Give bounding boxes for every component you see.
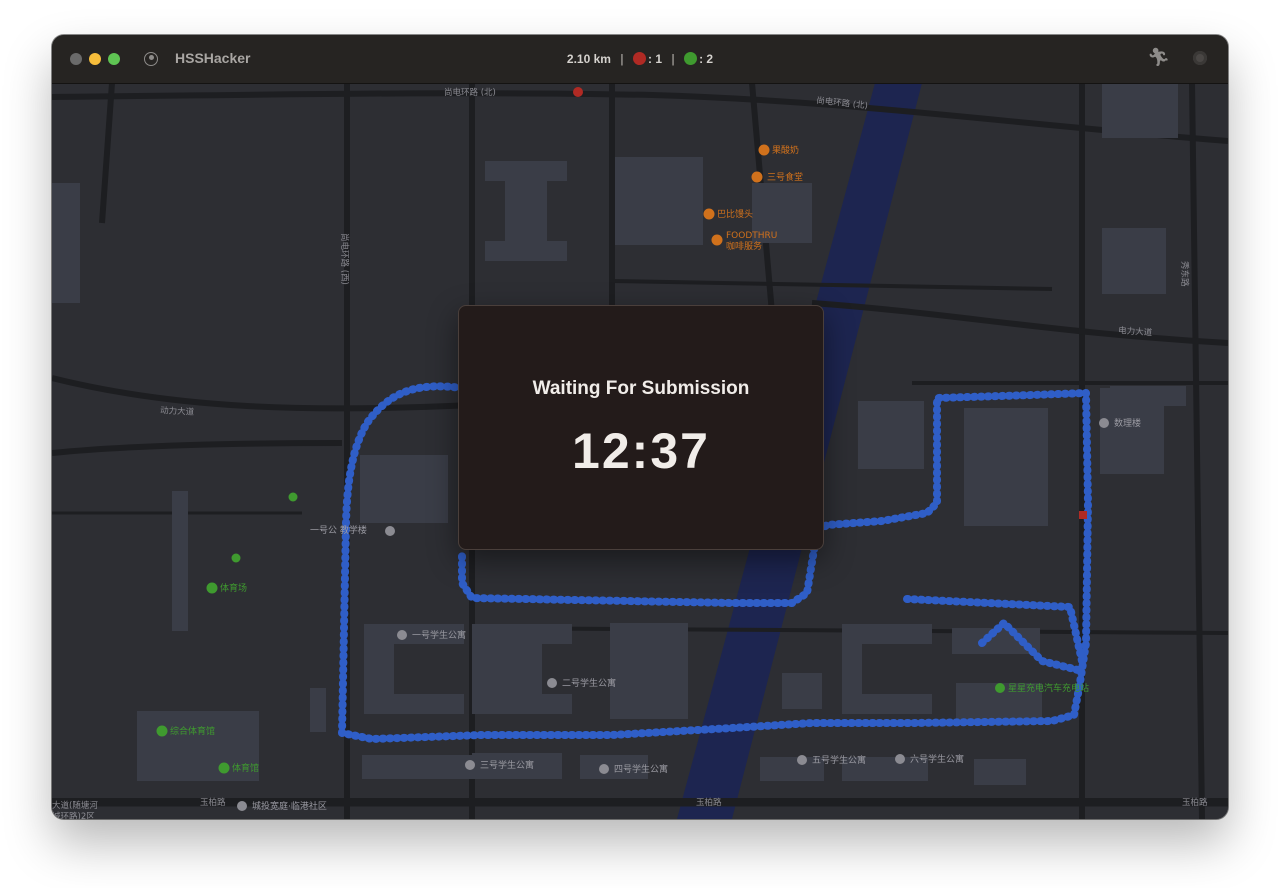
park-icon	[156, 725, 168, 737]
poi-label: 二号学生公寓	[562, 677, 616, 689]
road-label: 尚电环路 (北)	[816, 95, 869, 111]
road-label: 城环路)2区	[52, 811, 95, 819]
restaurant-icon	[703, 208, 715, 220]
road-label: 尚电环路 (北)	[444, 87, 496, 98]
submission-dialog: Waiting For Submission 12:37	[458, 305, 824, 550]
poi-icon	[599, 764, 609, 774]
green-checkpoint-marker[interactable]	[288, 492, 298, 502]
poi-label: 综合体育馆	[170, 725, 215, 737]
poi-icon	[547, 678, 557, 688]
running-figure-icon[interactable]: 🏃︎	[1147, 47, 1170, 68]
run-status: 2.10 km | : 1 | : 2	[52, 52, 1228, 66]
countdown-timer: 12:37	[572, 423, 710, 479]
poi-label: 一号学生公寓	[412, 629, 466, 641]
road-label: 动力大道	[160, 405, 195, 418]
road-label: 秀东路	[1179, 261, 1190, 287]
poi-label: 四号学生公寓	[614, 763, 668, 775]
green-checkpoint-marker[interactable]	[231, 553, 241, 563]
poi-label: 体育场	[220, 582, 247, 594]
poi-label: 三号学生公寓	[480, 759, 534, 771]
green-count: : 2	[699, 52, 714, 66]
restaurant-icon	[751, 171, 763, 183]
road-label: 玉柏路	[1182, 797, 1208, 808]
park-icon	[218, 762, 230, 774]
red-checkpoint-marker[interactable]	[1079, 511, 1087, 519]
poi-label: 一号公 教学楼	[310, 524, 367, 536]
poi-label: 数理楼	[1114, 417, 1141, 429]
red-checkpoint-icon	[633, 52, 646, 65]
dialog-title: Waiting For Submission	[532, 378, 750, 399]
poi-icon	[385, 526, 395, 536]
poi-label: 城投宽庭·临港社区	[252, 800, 327, 812]
park-icon	[206, 582, 218, 594]
charging-icon	[995, 683, 1005, 693]
red-checkpoint-marker[interactable]	[573, 87, 583, 97]
poi-label: 五号学生公寓	[812, 754, 866, 766]
poi-label: 六号学生公寓	[910, 753, 964, 765]
poi-icon	[465, 760, 475, 770]
road-label: 玉柏路	[200, 797, 226, 808]
road-label: 大道(随塘河	[52, 800, 98, 811]
green-checkpoint-icon	[684, 52, 698, 65]
poi-icon	[397, 630, 407, 640]
poi-label: 星星充电汽车充电站	[1008, 682, 1089, 694]
poi-label: FOODTHRU	[726, 231, 777, 241]
restaurant-icon	[758, 144, 770, 156]
title-bar: HSSHacker 2.10 km | : 1 | : 2 🏃︎	[52, 35, 1228, 84]
poi-label: 巴比馒头	[717, 208, 753, 220]
poi-icon	[895, 754, 905, 764]
poi-icon	[237, 801, 247, 811]
poi-icon	[1099, 418, 1109, 428]
poi-label: 果酸奶	[772, 144, 799, 156]
poi-label: 三号食堂	[767, 171, 803, 183]
app-window: HSSHacker 2.10 km | : 1 | : 2 🏃︎ 尚电环路 (北…	[52, 35, 1228, 819]
poi-label: 体育馆	[232, 762, 259, 774]
status-separator: |	[620, 52, 624, 66]
road-label: 玉柏路	[696, 797, 722, 808]
red-count: : 1	[648, 52, 663, 66]
restaurant-icon	[711, 234, 723, 246]
poi-label: 咖啡服务	[726, 240, 762, 252]
poi-icon	[797, 755, 807, 765]
distance-readout: 2.10 km	[566, 52, 611, 66]
record-dot-icon[interactable]	[1193, 51, 1207, 65]
status-separator: |	[671, 52, 675, 66]
road-label: 尚电环路 (西)	[339, 233, 350, 285]
